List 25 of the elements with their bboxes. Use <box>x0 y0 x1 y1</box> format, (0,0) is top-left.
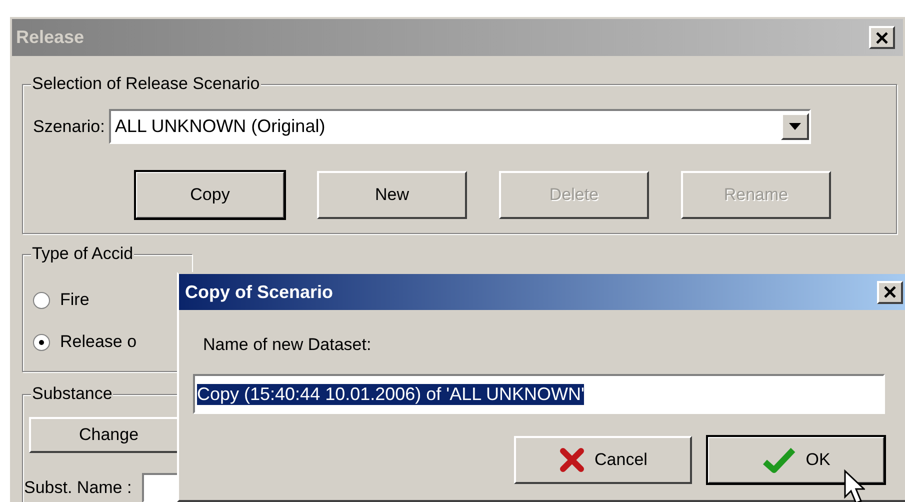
field-label: Szenario: <box>33 116 105 136</box>
window-title: Release <box>16 27 84 48</box>
field-label: Subst. Name : <box>24 478 132 498</box>
action-button[interactable]: New <box>317 171 467 219</box>
close-button[interactable] <box>877 280 903 304</box>
close-icon <box>883 286 897 298</box>
check-icon <box>762 447 796 473</box>
dropdown-button[interactable] <box>780 113 809 140</box>
cross-icon <box>558 447 585 473</box>
caret-icon <box>788 123 801 130</box>
close-icon <box>875 32 889 44</box>
radio-button[interactable] <box>33 334 50 350</box>
scenario-dropdown[interactable]: ALL UNKNOWN (Original) <box>108 109 811 144</box>
close-button[interactable] <box>869 26 895 49</box>
radio-label: Release o <box>60 332 137 352</box>
dialog-title: Copy of Scenario <box>185 282 334 302</box>
ok-button[interactable]: OK <box>707 436 885 484</box>
cancel-button[interactable]: Cancel <box>514 436 692 484</box>
group-legend: Type of Accid <box>31 244 134 264</box>
prompt-label: Name of new Dataset: <box>203 334 372 356</box>
action-button[interactable]: Copy <box>135 171 285 219</box>
radio-button[interactable] <box>33 292 50 308</box>
name-input[interactable]: Copy (15:40:44 10.01.2006) of 'ALL UNKNOWN' <box>193 374 885 414</box>
radio-label: Fire <box>60 290 90 310</box>
mouse-pointer-icon <box>843 469 865 502</box>
